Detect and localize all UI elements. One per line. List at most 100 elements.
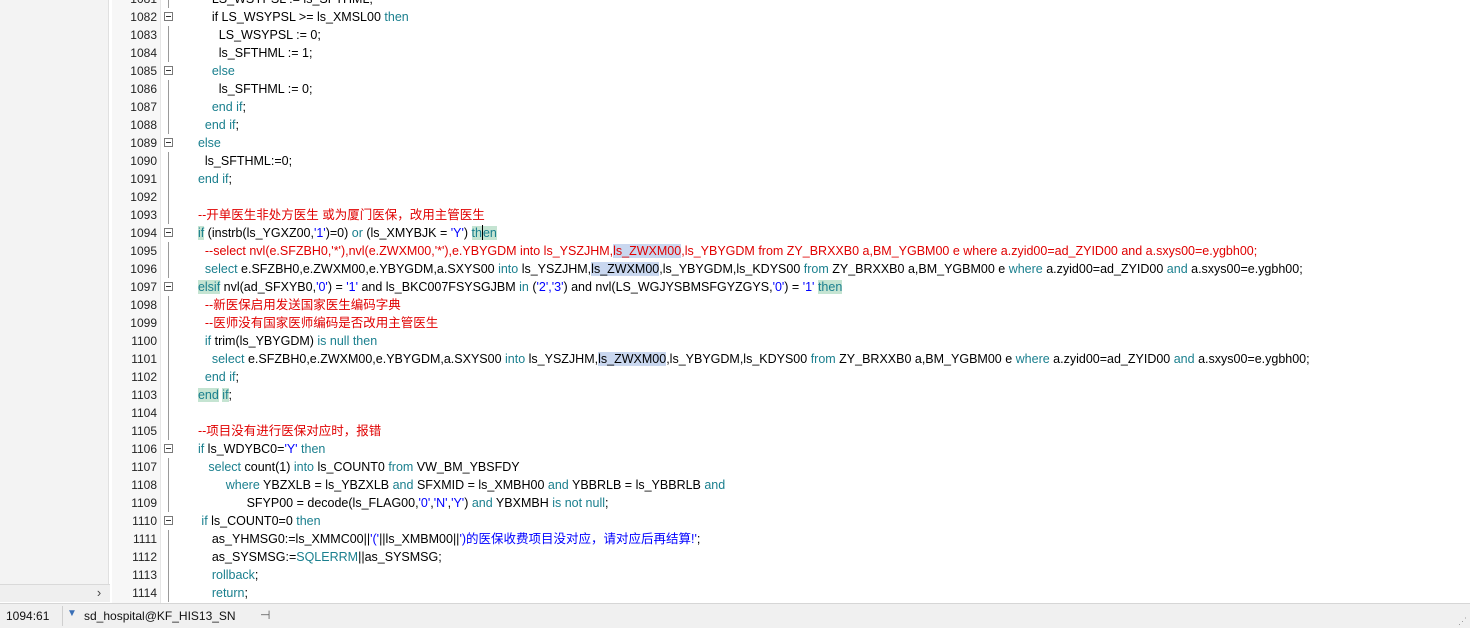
code-token: then [296, 514, 321, 528]
code-line[interactable]: end if; [191, 116, 239, 134]
code-token: and ls_BKC007FSYSGJBM [357, 280, 520, 294]
code-token: end if [211, 100, 243, 114]
code-token: and [1166, 262, 1188, 276]
line-number: 1083 [130, 28, 157, 42]
code-token: 'Y' [450, 226, 464, 240]
code-line[interactable]: if trim(ls_YBYGDM) is null then [191, 332, 377, 350]
code-line[interactable]: end if; [191, 170, 232, 188]
scroll-right-arrow-icon[interactable]: › [92, 585, 106, 602]
line-number: 1090 [130, 154, 157, 168]
code-token: return [211, 586, 245, 600]
code-editor[interactable]: 1081 1082 1083 1084 1085 1086 1087 1088 1089 1090… [112, 0, 1470, 603]
code-line[interactable]: select e.SFZBH0,e.ZWXM00,e.YBYGDM,a.SXYS… [191, 260, 1303, 278]
code-line[interactable]: if ls_WDYBC0='Y' then [191, 440, 325, 458]
code-token: ls_COUNT0 [314, 460, 389, 474]
code-line[interactable]: --项目没有进行医保对应时，报错 [191, 422, 381, 440]
code-line[interactable]: as_YHMSG0:=ls_XMMC00||'('||ls_XMBM00||')… [191, 530, 701, 548]
code-token: and [1173, 352, 1195, 366]
code-line[interactable]: --开单医生非处方医生 或为厦门医保，改用主管医生 [191, 206, 485, 224]
line-number: 1110 [132, 514, 157, 528]
fold-guide-line [168, 584, 169, 602]
code-line[interactable]: ls_SFTHML := 0; [191, 80, 313, 98]
code-line[interactable]: end if; [191, 98, 246, 116]
code-line[interactable]: else [191, 134, 221, 152]
line-number: 1114 [132, 586, 157, 600]
code-token: YBBRLB = ls_YBBRLB [568, 478, 705, 492]
code-token: elsif [197, 280, 221, 294]
code-line[interactable]: if (instrb(ls_YGXZ00,'1')=0) or (ls_XMYB… [191, 224, 497, 242]
fold-guide-line [168, 476, 169, 494]
code-line[interactable]: if ls_COUNT0=0 then [191, 512, 321, 530]
fold-toggle-icon[interactable] [164, 12, 173, 21]
code-line[interactable]: rollback; [191, 566, 259, 584]
code-token: --select nvl(e.SFZBH0,'*'),nvl(e.ZWXM00,… [191, 244, 614, 258]
code-line[interactable]: LS_WSYPSL := 0; [191, 26, 321, 44]
connection-label[interactable]: sd_hospital@KF_HIS13_SN [84, 609, 236, 623]
code-line[interactable]: as_SYSMSG:=SQLERRM||as_SYSMSG; [191, 548, 442, 566]
code-line[interactable]: SFYP00 = decode(ls_FLAG00,'0','N','Y') a… [191, 494, 609, 512]
code-line[interactable]: else [191, 62, 235, 80]
status-bar: 1094:61 ▼ sd_hospital@KF_HIS13_SN ⊣ ⋰ [0, 603, 1470, 628]
line-number: 1100 [131, 334, 157, 348]
code-line[interactable]: select e.SFZBH0,e.ZWXM00,e.YBYGDM,a.SXYS… [191, 350, 1310, 368]
code-token: '1' [802, 280, 815, 294]
code-line[interactable]: --select nvl(e.SFZBH0,'*'),nvl(e.ZWXM00,… [191, 242, 1257, 260]
fold-toggle-icon[interactable] [164, 66, 173, 75]
fold-toggle-icon[interactable] [164, 282, 173, 291]
fold-toggle-icon[interactable] [164, 228, 173, 237]
code-token: into [293, 460, 314, 474]
code-line[interactable]: LS_WSYPSL := ls_SFTHML; [191, 0, 373, 8]
code-line[interactable]: select count(1) into ls_COUNT0 from VW_B… [191, 458, 519, 476]
code-line[interactable]: ls_SFTHML := 1; [191, 44, 313, 62]
code-token: a.sxys00=e.ygbh00; [1194, 352, 1310, 366]
left-panel-scrollbar[interactable]: › [0, 584, 110, 602]
connection-dropdown-icon[interactable]: ▼ [67, 608, 77, 619]
code-line[interactable]: return; [191, 584, 248, 602]
code-token: --新医保启用发送国家医生编码字典 [191, 298, 401, 312]
code-token: ,ls_YBYGDM,ls_KDYS00 [666, 352, 811, 366]
code-token: where [1015, 352, 1050, 366]
code-token: (instrb(ls_YGXZ00, [204, 226, 314, 240]
resize-grip-icon[interactable]: ⋰ [1458, 616, 1468, 626]
fold-guide-line [168, 386, 169, 404]
code-token: select [211, 352, 245, 366]
code-token: and [471, 496, 493, 510]
fold-guide-line [168, 494, 169, 512]
code-token: ) [464, 496, 472, 510]
fold-guide-line [168, 98, 169, 116]
code-token: SFXMID = ls_XMBH00 [413, 478, 548, 492]
code-line[interactable]: if LS_WSYPSL >= ls_XMSL00 then [191, 8, 409, 26]
fold-toggle-icon[interactable] [164, 138, 173, 147]
code-text-area[interactable]: LS_WSYPSL := ls_SFTHML; if LS_WSYPSL >= … [191, 0, 1470, 603]
code-token: and [392, 478, 414, 492]
fold-guide-line [168, 404, 169, 422]
code-token: --医师没有国家医师编码是否改用主管医生 [191, 316, 439, 330]
code-line[interactable]: --医师没有国家医师编码是否改用主管医生 [191, 314, 438, 332]
code-line[interactable]: elsif nvl(ad_SFXYB0,'0') = '1' and ls_BK… [191, 278, 843, 296]
code-token: '1' [346, 280, 358, 294]
code-line[interactable]: ls_SFTHML:=0; [191, 152, 292, 170]
code-token: '2','3' [536, 280, 564, 294]
fold-toggle-icon[interactable] [164, 444, 173, 453]
pin-icon[interactable]: ⊣ [260, 608, 270, 622]
object-browser-panel [0, 0, 109, 584]
fold-toggle-icon[interactable] [164, 516, 173, 525]
fold-guide-line [168, 80, 169, 98]
fold-guide-line [168, 116, 169, 134]
code-token: e.SFZBH0,e.ZWXM00,e.YBYGDM,a.SXYS00 [237, 262, 499, 276]
code-line[interactable]: end if; [191, 386, 232, 404]
code-token: 'Y' [451, 496, 465, 510]
code-token: SFYP00 = decode(ls_FLAG00, [191, 496, 419, 510]
fold-guide-line [168, 188, 169, 206]
line-number: 1094 [130, 226, 157, 240]
code-line[interactable]: end if; [191, 368, 239, 386]
fold-guide-line [168, 260, 169, 278]
code-line[interactable]: --新医保启用发送国家医生编码字典 [191, 296, 401, 314]
code-line[interactable]: where YBZXLB = ls_YBZXLB and SFXMID = ls… [191, 476, 725, 494]
fold-guide-line [168, 530, 169, 548]
